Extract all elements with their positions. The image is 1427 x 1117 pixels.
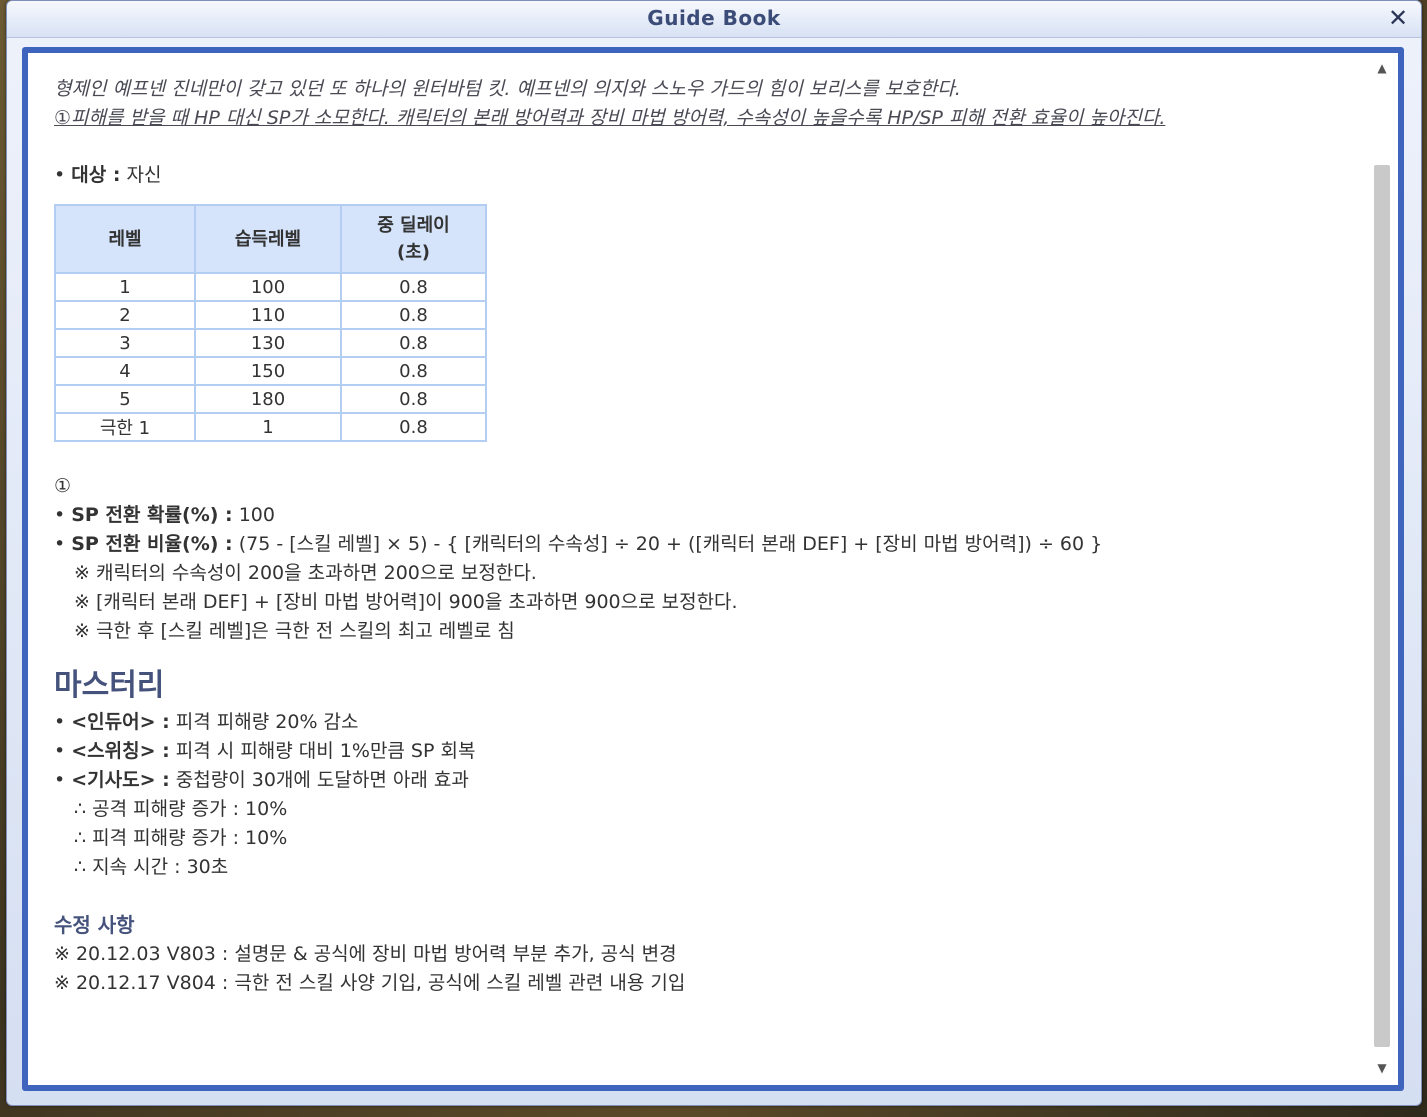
mastery-effect: ∴ 지속 시간 : 30초 xyxy=(74,856,229,878)
mastery-item-value: 피격 피해량 20% 감소 xyxy=(175,711,359,733)
header-level: 레벨 xyxy=(54,204,196,274)
scroll-track[interactable] xyxy=(1374,83,1390,1053)
cell-level: 극한 1 xyxy=(54,412,196,442)
table-header-row: 레벨 습득레벨 중 딜레이 (초) xyxy=(54,204,487,274)
intro-line-1: 형제인 예프넨 진네만이 갖고 있던 또 하나의 윈터바텀 킷. 예프넨의 의지… xyxy=(54,78,961,100)
header-delay: 중 딜레이 (초) xyxy=(340,204,487,274)
mastery-effect: ∴ 피격 피해량 증가 : 10% xyxy=(74,827,288,849)
mastery-effect: ∴ 공격 피해량 증가 : 10% xyxy=(74,798,288,820)
sp-prob-label: SP 전환 확률(%) : xyxy=(71,504,233,526)
cell-level: 3 xyxy=(54,328,196,358)
table-row: 3 130 0.8 xyxy=(54,328,487,358)
cell-delay: 0.8 xyxy=(340,328,487,358)
cell-learn-level: 180 xyxy=(194,384,342,414)
scroll-down-icon[interactable]: ▼ xyxy=(1370,1057,1394,1079)
vertical-scrollbar[interactable]: ▲ ▼ xyxy=(1370,53,1394,1085)
table-row: 4 150 0.8 xyxy=(54,356,487,386)
formula-marker: ① xyxy=(54,475,72,497)
cell-learn-level: 110 xyxy=(194,300,342,330)
content-frame: 형제인 예프넨 진네만이 갖고 있던 또 하나의 윈터바텀 킷. 예프넨의 의지… xyxy=(22,47,1404,1091)
cell-delay: 0.8 xyxy=(340,384,487,414)
scroll-thumb[interactable] xyxy=(1374,165,1390,1047)
cell-delay: 0.8 xyxy=(340,300,487,330)
sp-ratio-value: (75 - [스킬 레벨] × 5) - { [캐릭터의 수속성] ÷ 20 +… xyxy=(238,533,1103,555)
cell-learn-level: 150 xyxy=(194,356,342,386)
changes-heading: 수정 사항 xyxy=(54,913,135,937)
table-row: 5 180 0.8 xyxy=(54,384,487,414)
sp-ratio-line: • SP 전환 비율(%) : (75 - [스킬 레벨] × 5) - { [… xyxy=(54,533,1103,555)
guide-book-window: Guide Book ✕ 형제인 예프넨 진네만이 갖고 있던 또 하나의 윈터… xyxy=(6,0,1422,1106)
table-row: 1 100 0.8 xyxy=(54,272,487,302)
formula-note: ※ 캐릭터의 수속성이 200을 초과하면 200으로 보정한다. xyxy=(74,562,537,584)
table-row: 2 110 0.8 xyxy=(54,300,487,330)
cell-learn-level: 130 xyxy=(194,328,342,358)
window-title: Guide Book xyxy=(647,6,781,30)
cell-level: 2 xyxy=(54,300,196,330)
change-item: ※ 20.12.17 V804 : 극한 전 스킬 사양 기입, 공식에 스킬 … xyxy=(54,972,686,994)
cell-delay: 0.8 xyxy=(340,412,487,442)
sp-prob-value: 100 xyxy=(238,504,275,526)
cell-level: 1 xyxy=(54,272,196,302)
target-line: • 대상 : 자신 xyxy=(54,164,162,186)
formula-note: ※ 극한 후 [스킬 레벨]은 극한 전 스킬의 최고 레벨로 침 xyxy=(74,620,515,642)
mastery-item-value: 피격 시 피해량 대비 1%만큼 SP 회복 xyxy=(175,740,476,762)
mastery-item: • <기사도> : 중첩량이 30개에 도달하면 아래 효과 xyxy=(54,769,469,791)
guide-text: 형제인 예프넨 진네만이 갖고 있던 또 하나의 윈터바텀 킷. 예프넨의 의지… xyxy=(54,75,1354,998)
cell-delay: 0.8 xyxy=(340,356,487,386)
mastery-item-value: 중첩량이 30개에 도달하면 아래 효과 xyxy=(175,769,469,791)
skill-level-table: 레벨 습득레벨 중 딜레이 (초) 1 100 0.8 2 110 0.8 3 130 0.… xyxy=(54,204,487,442)
sp-prob-line: • SP 전환 확률(%) : 100 xyxy=(54,504,275,526)
title-bar[interactable]: Guide Book ✕ xyxy=(7,1,1421,38)
mastery-item-label: <기사도> : xyxy=(71,769,170,791)
close-icon[interactable]: ✕ xyxy=(1385,5,1411,31)
intro-line-2: ①피해를 받을 때 HP 대신 SP가 소모한다. 캐릭터의 본래 방어력과 장… xyxy=(54,107,1166,129)
cell-level: 4 xyxy=(54,356,196,386)
sp-ratio-label: SP 전환 비율(%) : xyxy=(71,533,233,555)
header-learn-level: 습득레벨 xyxy=(194,204,342,274)
cell-delay: 0.8 xyxy=(340,272,487,302)
cell-learn-level: 100 xyxy=(194,272,342,302)
target-value: 자신 xyxy=(126,164,162,186)
content-panel: 형제인 예프넨 진네만이 갖고 있던 또 하나의 윈터바텀 킷. 예프넨의 의지… xyxy=(28,53,1398,1085)
formula-note: ※ [캐릭터 본래 DEF] + [장비 마법 방어력]이 900을 초과하면 … xyxy=(74,591,738,613)
mastery-item-label: <스위칭> : xyxy=(71,740,170,762)
intro-description: 형제인 예프넨 진네만이 갖고 있던 또 하나의 윈터바텀 킷. 예프넨의 의지… xyxy=(54,75,1354,133)
mastery-item-label: <인듀어> : xyxy=(71,711,170,733)
change-item: ※ 20.12.03 V803 : 설명문 & 공식에 장비 마법 방어력 부분… xyxy=(54,943,677,965)
mastery-heading: 마스터리 xyxy=(54,668,165,703)
cell-level: 5 xyxy=(54,384,196,414)
table-row: 극한 1 1 0.8 xyxy=(54,412,487,442)
mastery-item: • <인듀어> : 피격 피해량 20% 감소 xyxy=(54,711,359,733)
target-label: 대상 : xyxy=(71,164,121,186)
mastery-item: • <스위칭> : 피격 시 피해량 대비 1%만큼 SP 회복 xyxy=(54,740,476,762)
scroll-up-icon[interactable]: ▲ xyxy=(1370,57,1394,79)
cell-learn-level: 1 xyxy=(194,412,342,442)
